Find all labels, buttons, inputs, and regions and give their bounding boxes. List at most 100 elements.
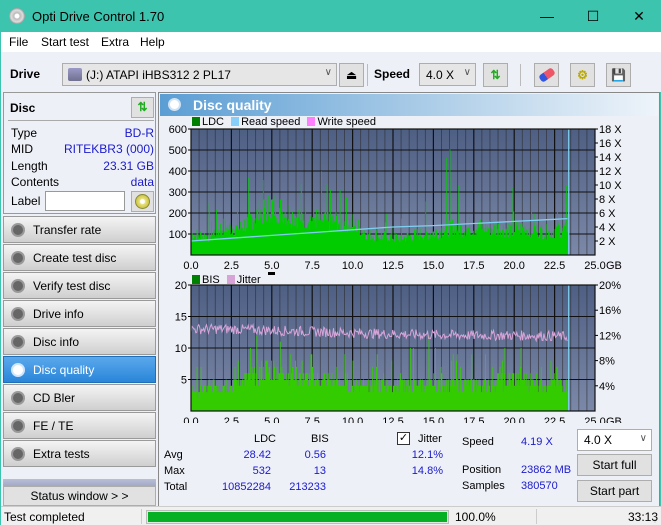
erase-button[interactable] — [534, 63, 559, 87]
checkmark-icon: ✓ — [398, 432, 409, 444]
nav-item-label: Drive info — [33, 307, 84, 321]
test-speed-select[interactable]: 4.0 X ∨ — [577, 429, 652, 451]
disc-label-input[interactable] — [45, 191, 125, 211]
nav-item-disc-quality[interactable]: Disc quality — [3, 356, 156, 383]
menu-bar: File Start test Extra Help — [1, 32, 661, 52]
menu-extra[interactable]: Extra — [101, 35, 129, 49]
cd-icon — [135, 194, 150, 209]
menu-help[interactable]: Help — [140, 35, 165, 49]
disc-contents-value: data — [130, 175, 154, 189]
y-left-tick-label: 5 — [181, 375, 187, 387]
refresh-arrows-icon: ⇅ — [490, 68, 501, 82]
x-tick-label: 2.5 — [224, 416, 239, 423]
refresh-button[interactable]: ⇅ — [483, 63, 508, 87]
stats-total-ldc: 10852284 — [222, 481, 271, 493]
x-tick-label: 5.0 — [264, 416, 279, 423]
y-right-tick-label: 4 X — [599, 222, 616, 234]
disc-label-key: Label — [11, 194, 41, 208]
start-part-button[interactable]: Start part — [577, 480, 652, 502]
maximize-button[interactable]: ☐ — [570, 1, 616, 32]
disc-gear-icon — [11, 335, 25, 349]
y-right-tick-label: 16% — [599, 305, 621, 317]
x-tick-label: 15.0 — [423, 416, 444, 423]
y-right-tick-label: 16 X — [599, 138, 622, 150]
nav-item-cd-bler[interactable]: CD Bler — [3, 384, 156, 411]
menu-start-test[interactable]: Start test — [41, 35, 89, 49]
refresh-arrows-icon: ⇅ — [137, 100, 148, 114]
save-button[interactable]: 💾 — [606, 63, 631, 87]
x-tick-label: 10.0 — [342, 416, 363, 423]
stats-total-label: Total — [164, 481, 188, 493]
settings-button[interactable]: ⚙ — [570, 63, 595, 87]
y-left-tick-label: 10 — [175, 343, 187, 355]
y-right-tick-label: 4% — [599, 381, 615, 393]
menu-file[interactable]: File — [9, 35, 28, 49]
speed-select[interactable]: 4.0 X ∨ — [419, 63, 476, 86]
samples-value: 380570 — [521, 480, 558, 492]
speed-select-value: 4.0 X — [426, 68, 455, 82]
nav-item-create-test-disc[interactable]: Create test disc — [3, 244, 156, 271]
stats-max-label: Max — [164, 465, 185, 477]
jitter-label: Jitter — [418, 433, 442, 445]
nav-item-label: Transfer rate — [33, 223, 102, 237]
y-right-tick-label: 2 X — [599, 236, 616, 248]
nav-item-label: Disc quality — [33, 363, 95, 377]
nav-item-label: Extra tests — [33, 447, 90, 461]
stats-avg-bis: 0.56 — [304, 449, 326, 461]
y-left-tick-label: 500 — [169, 145, 187, 157]
x-tick-label: 7.5 — [305, 416, 320, 423]
x-tick-label: 25.0 — [584, 416, 605, 423]
progress-label: 100.0% — [455, 510, 496, 524]
position-value: 23862 MB — [521, 464, 572, 476]
disc-length-row: Length 23.31 GB — [11, 159, 154, 175]
y-left-tick-label: 400 — [169, 166, 187, 178]
sidebar: Disc ⇅ Type BD-R MID RITEKBR3 (000) Length… — [1, 92, 158, 512]
start-full-button[interactable]: Start full — [577, 454, 652, 476]
nav-item-fe-te[interactable]: FE / TE — [3, 412, 156, 439]
x-tick-label: 22.5 — [544, 260, 565, 272]
drive-select[interactable]: (J:) ATAPI iHBS312 2 PL17 ∨ — [62, 63, 337, 86]
x-tick-label: 7.5 — [305, 260, 320, 272]
disc-mid-row: MID RITEKBR3 (000) — [11, 142, 154, 158]
nav-item-drive-info[interactable]: Drive info — [3, 300, 156, 327]
jitter-checkbox[interactable]: ✓ — [397, 432, 410, 445]
nav-item-extra-tests[interactable]: Extra tests — [3, 440, 156, 467]
x-tick-label: 0.0 — [183, 416, 198, 423]
disc-contents-row: Contents data — [11, 175, 154, 191]
x-tick-label: 15.0 — [423, 260, 444, 272]
gears-icon: ⚙ — [577, 68, 588, 82]
y-left-tick-label: 100 — [169, 229, 187, 241]
y-right-tick-label: 12 X — [599, 166, 622, 178]
x-tick-label: 25.0 — [584, 260, 605, 272]
x-tick-label: 12.5 — [382, 260, 403, 272]
y-left-tick-label: 15 — [175, 312, 187, 324]
nav-item-transfer-rate[interactable]: Transfer rate — [3, 216, 156, 243]
chevron-down-icon: ∨ — [463, 67, 471, 78]
disc-type-value: BD-R — [124, 126, 154, 140]
nav-item-verify-test-disc[interactable]: Verify test disc — [3, 272, 156, 299]
minimize-button[interactable]: — — [524, 1, 570, 32]
y-right-tick-label: 10 X — [599, 180, 622, 192]
drive-label: Drive — [10, 67, 41, 81]
x-unit-label: GB — [606, 260, 622, 272]
y-right-tick-label: 8% — [599, 356, 615, 368]
y-right-tick-label: 18 X — [599, 124, 622, 136]
nav-item-label: Create test disc — [33, 251, 117, 265]
stats-header-ldc: LDC — [254, 433, 277, 445]
disc-gear-icon — [11, 307, 25, 321]
stats-max-jitter: 14.8% — [411, 465, 443, 477]
stats-max-bis: 13 — [313, 465, 326, 477]
eject-button[interactable]: ⏏ — [339, 63, 364, 87]
eraser-icon — [537, 67, 556, 83]
disc-label-button[interactable] — [131, 191, 154, 212]
y-right-tick-label: 14 X — [599, 152, 622, 164]
disc-gear-icon — [11, 363, 25, 377]
close-button[interactable]: ✕ — [616, 1, 661, 32]
progress-bar — [146, 510, 449, 524]
disc-gear-icon — [11, 251, 25, 265]
nav-item-disc-info[interactable]: Disc info — [3, 328, 156, 355]
disc-refresh-button[interactable]: ⇅ — [131, 97, 154, 118]
disc-gear-icon — [11, 223, 25, 237]
resize-grip-icon[interactable]: ⋮ — [651, 515, 659, 524]
status-window-button[interactable]: Status window > > — [3, 486, 156, 506]
